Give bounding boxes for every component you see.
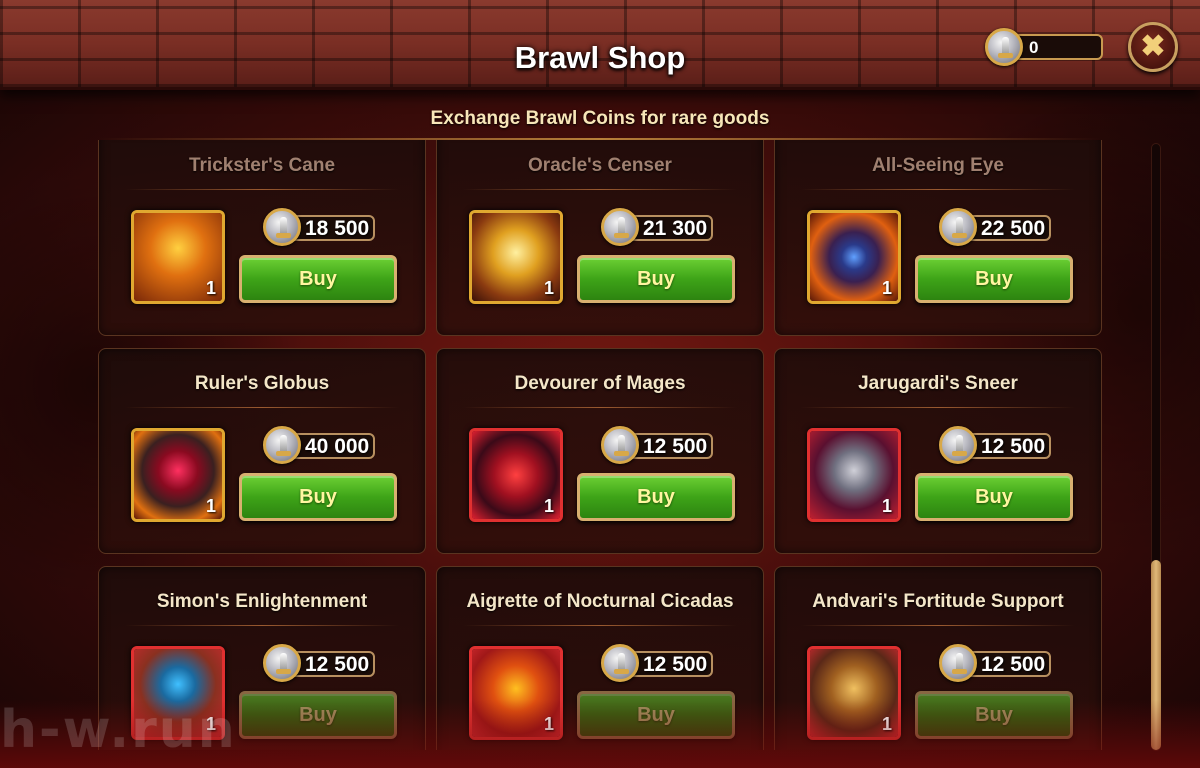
item-quantity: 1 bbox=[881, 496, 892, 516]
watermark: h-w.run bbox=[0, 700, 237, 760]
shop-item-card: Andvari's Fortitude Support 1 12 500 Buy bbox=[774, 566, 1102, 750]
coin-balance-value: 0 bbox=[1029, 38, 1039, 57]
aigrette-icon[interactable]: 1 bbox=[469, 646, 563, 740]
shop-item-card: Ruler's Globus 1 40 000 Buy bbox=[98, 348, 426, 554]
price-value: 12 500 bbox=[305, 653, 370, 676]
buy-button[interactable]: Buy bbox=[915, 473, 1073, 521]
price-value: 21 300 bbox=[643, 217, 708, 240]
brawl-coin-icon bbox=[601, 644, 639, 682]
item-quantity: 1 bbox=[543, 496, 554, 516]
item-price: 22 500 bbox=[939, 208, 1051, 246]
item-divider bbox=[463, 625, 737, 626]
shop-item-card: All-Seeing Eye 1 22 500 Buy bbox=[774, 140, 1102, 336]
item-name: Jarugardi's Sneer bbox=[858, 373, 1018, 394]
buy-button[interactable]: Buy bbox=[915, 255, 1073, 303]
price-value: 40 000 bbox=[305, 435, 370, 458]
item-price: 12 500 bbox=[263, 644, 375, 682]
item-quantity: 1 bbox=[543, 714, 554, 734]
buy-button[interactable]: Buy bbox=[239, 473, 397, 521]
price-value: 12 500 bbox=[981, 435, 1046, 458]
all-seeing-eye-icon[interactable]: 1 bbox=[807, 210, 901, 304]
item-name: All-Seeing Eye bbox=[872, 155, 1004, 176]
buy-button[interactable]: Buy bbox=[915, 691, 1073, 739]
buy-button[interactable]: Buy bbox=[239, 691, 397, 739]
jarugardi-sneer-icon[interactable]: 1 bbox=[807, 428, 901, 522]
shop-item-card: Oracle's Censer 1 21 300 Buy bbox=[436, 140, 764, 336]
shop-subtitle: Exchange Brawl Coins for rare goods bbox=[430, 108, 770, 129]
item-quantity: 1 bbox=[205, 496, 216, 516]
devourer-of-mages-icon[interactable]: 1 bbox=[469, 428, 563, 522]
buy-button[interactable]: Buy bbox=[577, 255, 735, 303]
price-value: 18 500 bbox=[305, 217, 370, 240]
item-name: Andvari's Fortitude Support bbox=[812, 591, 1064, 612]
item-name: Simon's Enlightenment bbox=[156, 591, 368, 612]
item-divider bbox=[125, 189, 399, 190]
scrollbar-thumb[interactable] bbox=[1151, 560, 1161, 750]
item-price: 18 500 bbox=[263, 208, 375, 246]
brawl-coin-icon bbox=[601, 426, 639, 464]
item-quantity: 1 bbox=[881, 278, 892, 298]
item-divider bbox=[463, 189, 737, 190]
item-divider bbox=[801, 189, 1075, 190]
brawl-coin-icon bbox=[263, 208, 301, 246]
item-name: Trickster's Cane bbox=[188, 155, 336, 176]
brawl-coin-icon bbox=[263, 426, 301, 464]
close-button[interactable]: ✖ bbox=[1128, 22, 1178, 72]
item-divider bbox=[125, 407, 399, 408]
brawl-coin-icon bbox=[939, 426, 977, 464]
item-name: Devourer of Mages bbox=[514, 373, 686, 394]
item-price: 12 500 bbox=[939, 644, 1051, 682]
brawl-coin-icon bbox=[601, 208, 639, 246]
item-divider bbox=[801, 407, 1075, 408]
item-price: 12 500 bbox=[601, 426, 713, 464]
buy-button[interactable]: Buy bbox=[239, 255, 397, 303]
price-value: 12 500 bbox=[643, 435, 708, 458]
shop-item-card: Trickster's Cane 1 18 500 Buy bbox=[98, 140, 426, 336]
shop-item-card: Aigrette of Nocturnal Cicadas 1 12 500 B… bbox=[436, 566, 764, 750]
price-value: 12 500 bbox=[643, 653, 708, 676]
buy-button[interactable]: Buy bbox=[577, 473, 735, 521]
item-quantity: 1 bbox=[543, 278, 554, 298]
coin-balance: 0 bbox=[985, 28, 1103, 66]
item-divider bbox=[463, 407, 737, 408]
brawl-coin-icon bbox=[939, 208, 977, 246]
item-name: Oracle's Censer bbox=[528, 155, 672, 176]
item-price: 12 500 bbox=[601, 644, 713, 682]
item-name: Aigrette of Nocturnal Cicadas bbox=[466, 591, 734, 612]
item-name: Ruler's Globus bbox=[194, 373, 330, 394]
oracle-censer-icon[interactable]: 1 bbox=[469, 210, 563, 304]
andvari-fortitude-icon[interactable]: 1 bbox=[807, 646, 901, 740]
brawl-coin-icon bbox=[939, 644, 977, 682]
item-price: 12 500 bbox=[939, 426, 1051, 464]
brawl-coin-icon bbox=[985, 28, 1023, 66]
item-price: 40 000 bbox=[263, 426, 375, 464]
price-value: 22 500 bbox=[981, 217, 1046, 240]
item-quantity: 1 bbox=[881, 714, 892, 734]
shop-item-card: Jarugardi's Sneer 1 12 500 Buy bbox=[774, 348, 1102, 554]
buy-button[interactable]: Buy bbox=[577, 691, 735, 739]
item-price: 21 300 bbox=[601, 208, 713, 246]
brawl-coin-icon bbox=[263, 644, 301, 682]
item-divider bbox=[125, 625, 399, 626]
item-divider bbox=[801, 625, 1075, 626]
item-quantity: 1 bbox=[205, 278, 216, 298]
shop-item-card: Devourer of Mages 1 12 500 Buy bbox=[436, 348, 764, 554]
shop-item-list[interactable]: Trickster's Cane 1 18 500 Buy Oracle's C… bbox=[98, 140, 1134, 750]
rulers-globus-icon[interactable]: 1 bbox=[131, 428, 225, 522]
trickster-cane-icon[interactable]: 1 bbox=[131, 210, 225, 304]
price-value: 12 500 bbox=[981, 653, 1046, 676]
close-icon: ✖ bbox=[1140, 30, 1166, 63]
